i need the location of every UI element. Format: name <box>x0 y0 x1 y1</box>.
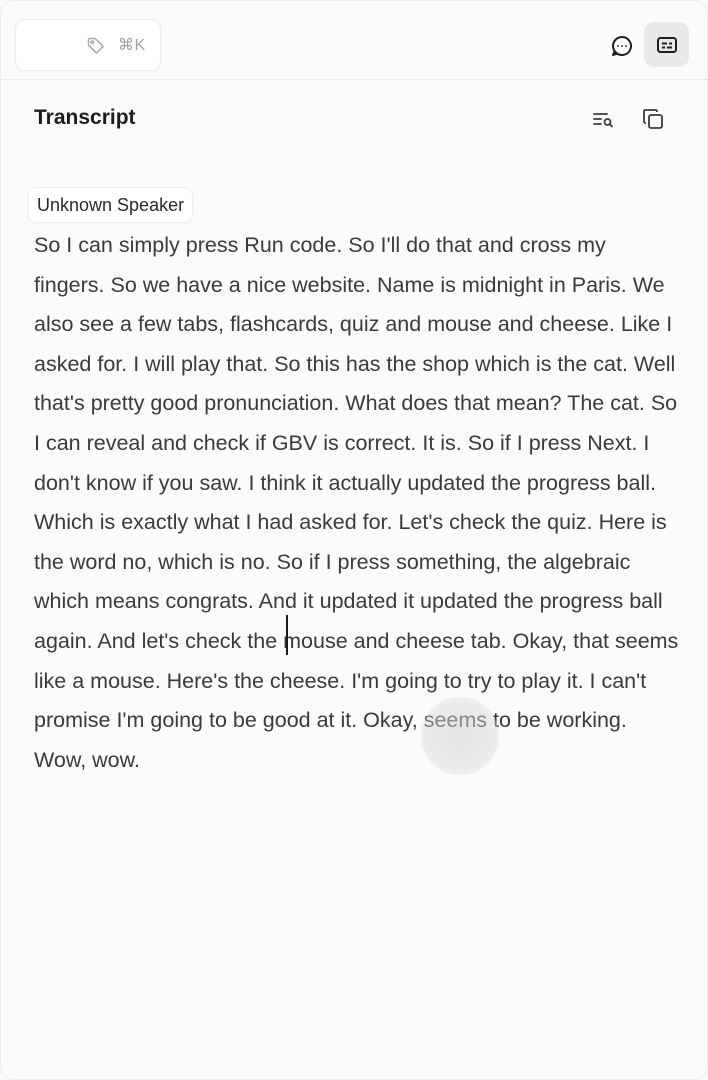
tag-icon <box>87 37 104 54</box>
transcript-window: ⌘K Transcript Unknown Speaker So I can s… <box>0 0 708 1080</box>
speaker-label[interactable]: Unknown Speaker <box>28 187 194 223</box>
tag-shortcut-button[interactable]: ⌘K <box>15 19 161 71</box>
copy-icon <box>643 109 663 129</box>
shortcut-label: ⌘K <box>118 37 146 54</box>
text-cursor <box>286 615 288 655</box>
search-transcript-icon <box>593 113 613 128</box>
chat-bubble-icon <box>612 36 632 56</box>
panel-title: Transcript <box>34 106 136 129</box>
top-toolbar: ⌘K <box>1 1 707 80</box>
copy-button[interactable] <box>637 104 669 134</box>
transcript-segment-text[interactable]: So I can simply press Run code. So I'll … <box>34 226 682 780</box>
transcript-panel-icon <box>656 36 677 53</box>
transcript-toggle-button[interactable] <box>644 22 689 67</box>
chat-button[interactable] <box>605 29 639 63</box>
search-transcript-button[interactable] <box>587 104 619 134</box>
